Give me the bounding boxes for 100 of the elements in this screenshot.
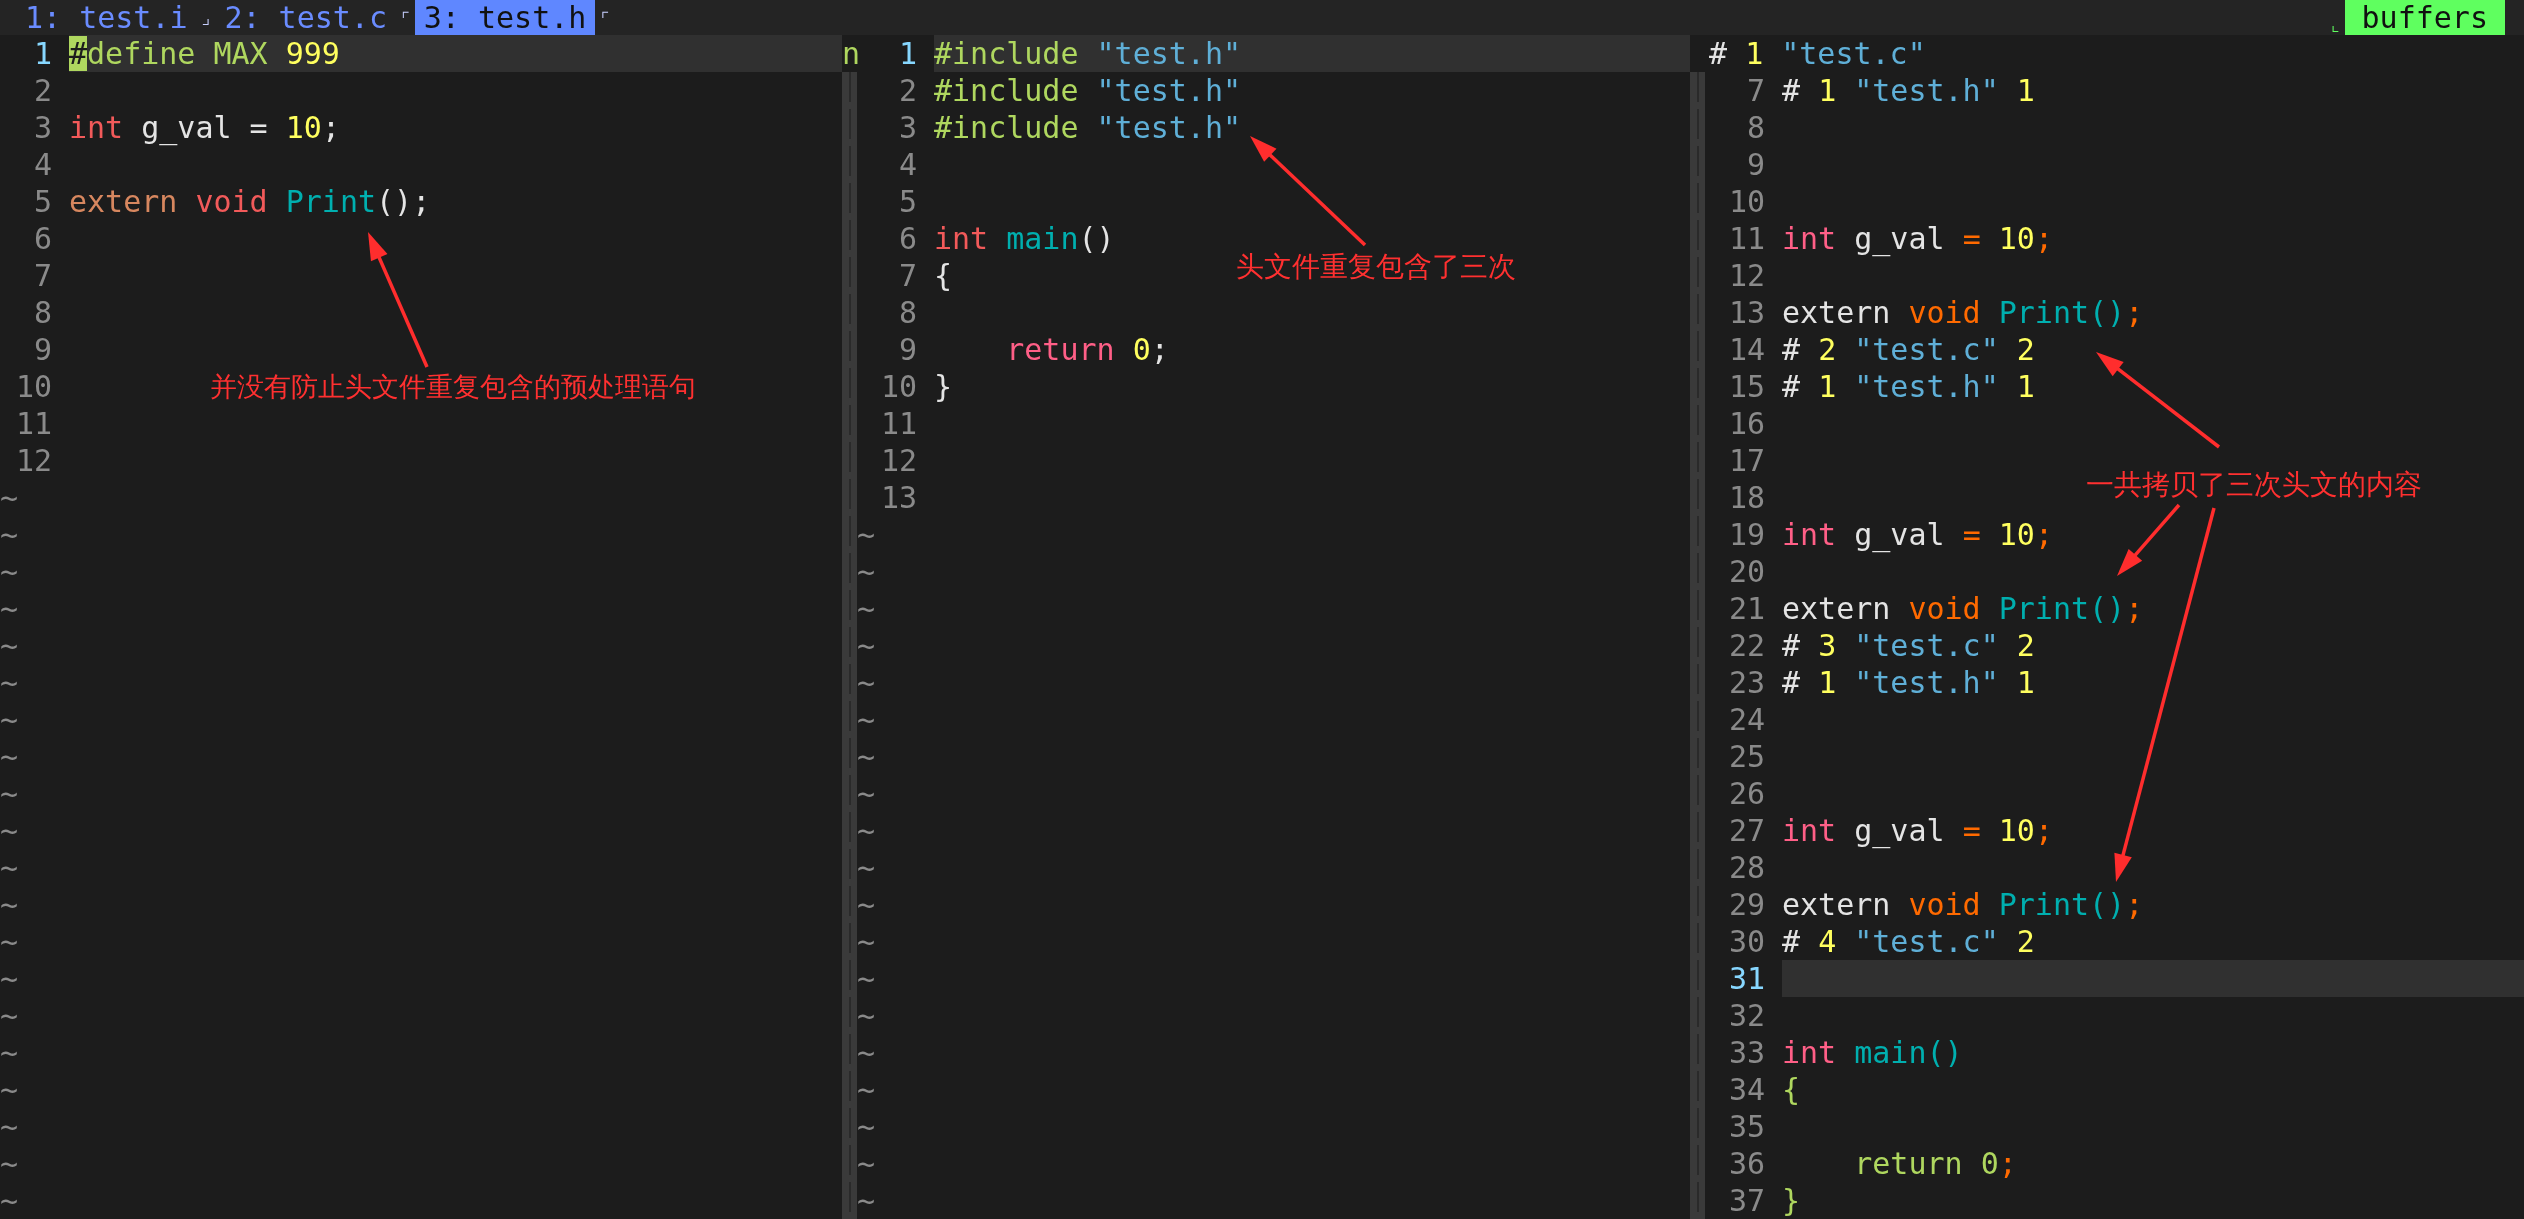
- empty-line-marker: ~: [0, 775, 19, 812]
- line-number: 8: [32, 294, 52, 331]
- empty-line-marker: ~: [0, 738, 19, 775]
- line-number: 37: [1727, 1182, 1765, 1219]
- line-number: 10: [1727, 183, 1765, 220]
- code-line: int g_val = 10;: [1782, 516, 2053, 553]
- code-line: int main(): [934, 220, 1115, 257]
- line-number: 16: [1727, 405, 1765, 442]
- line-number: 20: [1727, 553, 1765, 590]
- line-number: 31: [1727, 960, 1765, 997]
- empty-line-marker: ~: [857, 775, 876, 812]
- empty-line-marker: ~: [0, 812, 19, 849]
- line-number: 25: [1727, 738, 1765, 775]
- empty-line-marker: ~: [857, 849, 876, 886]
- line-number: 13: [1727, 294, 1765, 331]
- empty-line-marker: ~: [857, 812, 876, 849]
- code-line: #include "test.h": [934, 72, 1242, 109]
- empty-line-marker: ~: [0, 1182, 19, 1219]
- empty-line-marker: ~: [0, 886, 19, 923]
- tab[interactable]: 3: test.h: [414, 0, 596, 35]
- line-number: 35: [1727, 1108, 1765, 1145]
- line-number: 29: [1727, 886, 1765, 923]
- line-number: 8: [1745, 109, 1765, 146]
- line-number: 12: [14, 442, 52, 479]
- tab[interactable]: 1: test.i: [16, 0, 197, 35]
- line-number: 3: [897, 109, 917, 146]
- line-number: 1: [32, 35, 52, 72]
- line-number: 34: [1727, 1071, 1765, 1108]
- line-number: 4: [897, 146, 917, 183]
- line-number: 3: [32, 109, 52, 146]
- empty-line-marker: ~: [857, 701, 876, 738]
- code-line: {: [934, 257, 953, 294]
- empty-line-marker: ~: [857, 960, 876, 997]
- empty-line-marker: ~: [857, 1071, 876, 1108]
- code-line: # 3 "test.c" 2: [1782, 627, 2035, 664]
- line-number: 24: [1727, 701, 1765, 738]
- line-number: 1: [897, 35, 917, 72]
- code-line: int g_val = 10;: [1782, 812, 2053, 849]
- line-number: 15: [1727, 368, 1765, 405]
- annotation-text: 头文件重复包含了三次: [1236, 252, 1516, 283]
- empty-line-marker: ~: [857, 1108, 876, 1145]
- tab[interactable]: 2: test.c: [215, 0, 396, 35]
- empty-line-marker: ~: [0, 627, 19, 664]
- code-line: return 0;: [1853, 1145, 2017, 1182]
- line-number: 14: [1727, 331, 1765, 368]
- buffers-label: buffers: [2344, 0, 2505, 35]
- line-number: 11: [1727, 220, 1765, 257]
- empty-line-marker: ~: [0, 1145, 19, 1182]
- empty-line-marker: ~: [0, 997, 19, 1034]
- annotation-text: 一共拷贝了三次头文的内容: [2086, 470, 2422, 501]
- empty-line-marker: ~: [0, 553, 19, 590]
- tab-corner-mark: ⌟: [199, 6, 213, 30]
- line-number: 5: [897, 183, 917, 220]
- empty-line-marker: ~: [857, 1182, 876, 1219]
- line-number: 10: [879, 368, 917, 405]
- line-number: 30: [1727, 923, 1765, 960]
- empty-line-marker: ~: [0, 849, 19, 886]
- line-number: 2: [897, 72, 917, 109]
- line-number: 7: [1745, 72, 1765, 109]
- code-line: int main(): [1782, 1034, 1963, 1071]
- empty-line-marker: ~: [857, 738, 876, 775]
- empty-line-marker: ~: [857, 923, 876, 960]
- line-number: 6: [32, 220, 52, 257]
- empty-line-marker: ~: [857, 997, 876, 1034]
- code-line: # 2 "test.c" 2: [1782, 331, 2035, 368]
- line-number: 10: [14, 368, 52, 405]
- empty-line-marker: ~: [0, 590, 19, 627]
- line-number: 7: [32, 257, 52, 294]
- line-number: 9: [897, 331, 917, 368]
- empty-line-marker: ~: [0, 1108, 19, 1145]
- line-number: 4: [32, 146, 52, 183]
- line-number: 19: [1727, 516, 1765, 553]
- tab-corner-mark: ⌜: [598, 6, 612, 30]
- empty-line-marker: ~: [0, 923, 19, 960]
- truncated-text: n: [842, 36, 861, 71]
- line-number: 8: [897, 294, 917, 331]
- code-line: extern void Print();: [1782, 590, 2144, 627]
- code-line: extern void Print();: [1782, 294, 2144, 331]
- tab-corner-mark: ⌜: [398, 6, 412, 30]
- line-number: 27: [1727, 812, 1765, 849]
- line-number: 2: [32, 72, 52, 109]
- empty-line-marker: ~: [857, 516, 876, 553]
- code-line: int g_val = 10;: [69, 109, 340, 146]
- empty-line-marker: ~: [857, 627, 876, 664]
- code-line: {: [1782, 1071, 1801, 1108]
- code-line: }: [1782, 1182, 1801, 1219]
- empty-line-marker: ~: [0, 701, 19, 738]
- code-line: # 1 "test.h" 1: [1782, 72, 2035, 109]
- empty-line-marker: ~: [0, 1034, 19, 1071]
- annotation-text: 并没有防止头文件重复包含的预处理语句: [210, 372, 696, 402]
- empty-line-marker: ~: [0, 516, 19, 553]
- code-line: return 0;: [1005, 331, 1169, 368]
- code-line: # 1 "test.c": [1708, 35, 1926, 72]
- code-line: extern void Print();: [1782, 886, 2144, 923]
- line-number: 11: [879, 405, 917, 442]
- empty-line-marker: ~: [0, 479, 19, 516]
- line-number: 5: [32, 183, 52, 220]
- line-number: 28: [1727, 849, 1765, 886]
- line-number: 13: [879, 479, 917, 516]
- line-number: 12: [1727, 257, 1765, 294]
